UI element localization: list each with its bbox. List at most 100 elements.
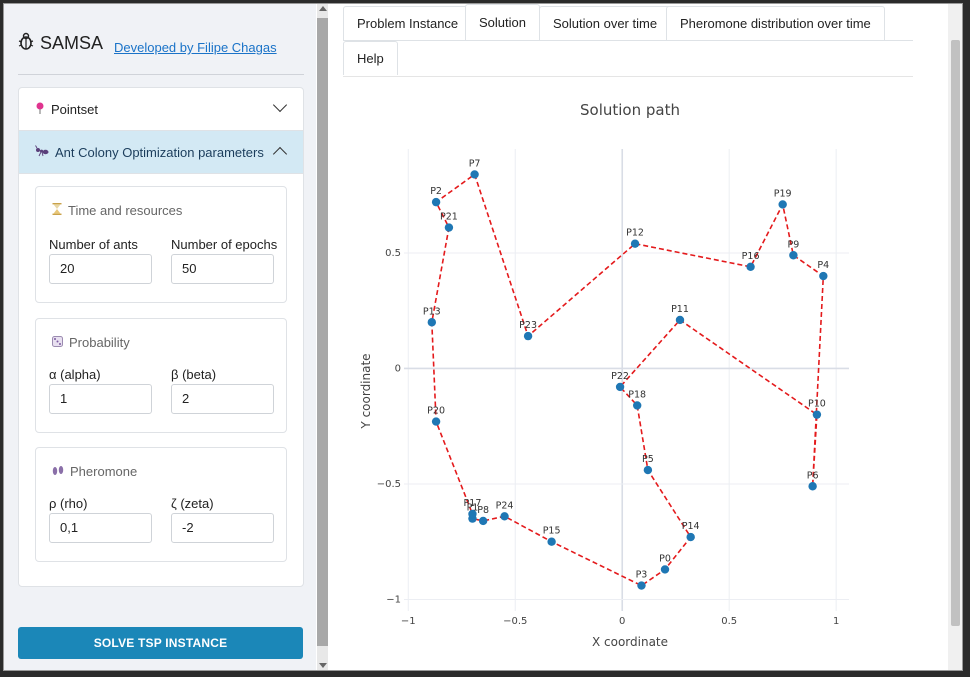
solution-path-plot: Solution path −1 −0.5 0 0.5 1 −1 −0.5 0 0.5 P0 P1… [344, 96, 904, 661]
point-marker [547, 537, 556, 546]
pin-icon [35, 102, 45, 117]
chart-title: Solution path [580, 101, 680, 119]
accordion-aco[interactable]: Ant Colony Optimization parameters [19, 131, 303, 174]
epochs-input[interactable]: 50 [171, 254, 274, 284]
point-marker [523, 331, 533, 341]
ant-icon [35, 144, 49, 160]
time-resources-title: Time and resources [52, 203, 182, 218]
point-marker [789, 251, 798, 260]
y-axis-label: Y coordinate [359, 353, 373, 429]
tab-help[interactable]: Help [343, 41, 398, 75]
point-marker [746, 262, 755, 272]
hourglass-icon [52, 203, 62, 218]
zeta-label: ζ (zeta) [171, 496, 214, 511]
app-window: SAMSA Developed by Filipe Chagas Pointse… [3, 3, 963, 671]
beta-input[interactable]: 2 [171, 384, 274, 414]
point-label: P23 [519, 320, 537, 331]
point-marker [427, 318, 437, 327]
point-label: P5 [642, 454, 654, 465]
solution-path-chart: Solution path −1 −0.5 0 0.5 1 −1 −0.5 0 0.5 P0 P1… [359, 101, 849, 649]
accordion-aco-label: Ant Colony Optimization parameters [55, 144, 264, 160]
rho-input[interactable]: 0,1 [49, 513, 152, 543]
alpha-input[interactable]: 1 [49, 384, 152, 414]
tab-solution[interactable]: Solution [465, 4, 540, 41]
zeta-input[interactable]: -2 [171, 513, 274, 543]
point-marker [819, 271, 828, 281]
point-marker [660, 565, 670, 574]
point-marker [431, 197, 441, 207]
ants-input[interactable]: 20 [49, 254, 152, 284]
point-marker [686, 532, 695, 542]
chart-ticks: −1 −0.5 0 0.5 1 −1 −0.5 0 0.5 [377, 248, 840, 627]
y-tick-label: −0.5 [377, 479, 401, 490]
time-resources-card: Time and resources Number of ants Number… [35, 186, 287, 303]
point-marker [615, 382, 625, 392]
point-label: P21 [440, 212, 458, 223]
point-label: P7 [469, 158, 481, 169]
point-marker [470, 170, 479, 179]
epochs-label: Number of epochs [171, 237, 278, 252]
x-tick-label: −0.5 [503, 616, 527, 627]
point-label: P6 [807, 470, 819, 481]
sidebar-scrollbar[interactable] [317, 4, 328, 670]
divider [18, 74, 304, 75]
point-label: P11 [671, 304, 689, 315]
scroll-up-arrow-icon[interactable] [319, 6, 327, 11]
x-tick-label: 0.5 [721, 616, 737, 627]
y-tick-label: −1 [386, 594, 401, 605]
point-marker [478, 516, 488, 526]
point-label: P15 [543, 526, 561, 537]
point-marker [632, 401, 642, 410]
point-label: P20 [427, 406, 445, 417]
y-tick-label: 0.5 [385, 248, 401, 259]
point-label: P12 [626, 228, 644, 239]
main-scroll-thumb[interactable] [951, 40, 960, 626]
point-marker [431, 417, 441, 426]
point-marker [637, 581, 646, 590]
tab-problem-instance[interactable]: Problem Instance [343, 6, 473, 40]
main-scrollbar[interactable] [948, 4, 962, 670]
accordion-pointset-label: Pointset [51, 101, 98, 117]
point-marker [808, 482, 817, 491]
x-tick-label: 1 [833, 616, 839, 627]
point-label: P19 [774, 188, 792, 199]
point-marker [468, 509, 477, 519]
sidebar-scroll-thumb[interactable] [317, 18, 328, 646]
chevron-down-icon [272, 97, 288, 113]
sidebar: SAMSA Developed by Filipe Chagas Pointse… [4, 4, 316, 670]
solve-tsp-button[interactable]: SOLVE TSP INSTANCE [18, 627, 303, 659]
point-label: P18 [628, 389, 646, 400]
point-marker [630, 239, 640, 248]
alpha-label: α (alpha) [49, 367, 101, 382]
tab-bottom-divider [343, 76, 913, 77]
point-marker [500, 512, 509, 521]
parameters-accordion: Pointset Ant Colony Optimization paramet… [18, 87, 304, 587]
scroll-down-arrow-icon[interactable] [319, 663, 327, 668]
ants-label: Number of ants [49, 237, 138, 252]
point-label: P22 [611, 371, 629, 382]
point-marker [675, 315, 685, 325]
probability-title: Probability [52, 335, 130, 350]
point-label: P2 [430, 186, 442, 197]
point-label: P9 [787, 239, 799, 250]
point-label: P17 [464, 498, 482, 509]
x-tick-label: −1 [401, 616, 416, 627]
pheromone-title: Pheromone [52, 464, 137, 479]
point-label: P4 [817, 260, 829, 271]
point-marker [643, 465, 653, 475]
y-tick-label: 0 [395, 363, 401, 374]
tab-solution-over-time[interactable]: Solution over time [539, 6, 672, 40]
point-label: P16 [742, 251, 760, 262]
developer-link[interactable]: Developed by Filipe Chagas [114, 40, 277, 55]
point-label: P24 [496, 500, 514, 511]
point-label: P0 [659, 553, 671, 564]
accordion-pointset[interactable]: Pointset [19, 88, 303, 131]
bug-icon [18, 32, 34, 55]
point-label: P10 [808, 399, 826, 410]
point-label: P13 [423, 306, 441, 317]
dice-icon [52, 335, 63, 350]
footprints-icon [52, 465, 64, 479]
tab-pheromone-distribution[interactable]: Pheromone distribution over time [666, 6, 885, 40]
point-marker [812, 410, 822, 419]
probability-card: Probability α (alpha) β (beta) 1 2 [35, 318, 287, 433]
